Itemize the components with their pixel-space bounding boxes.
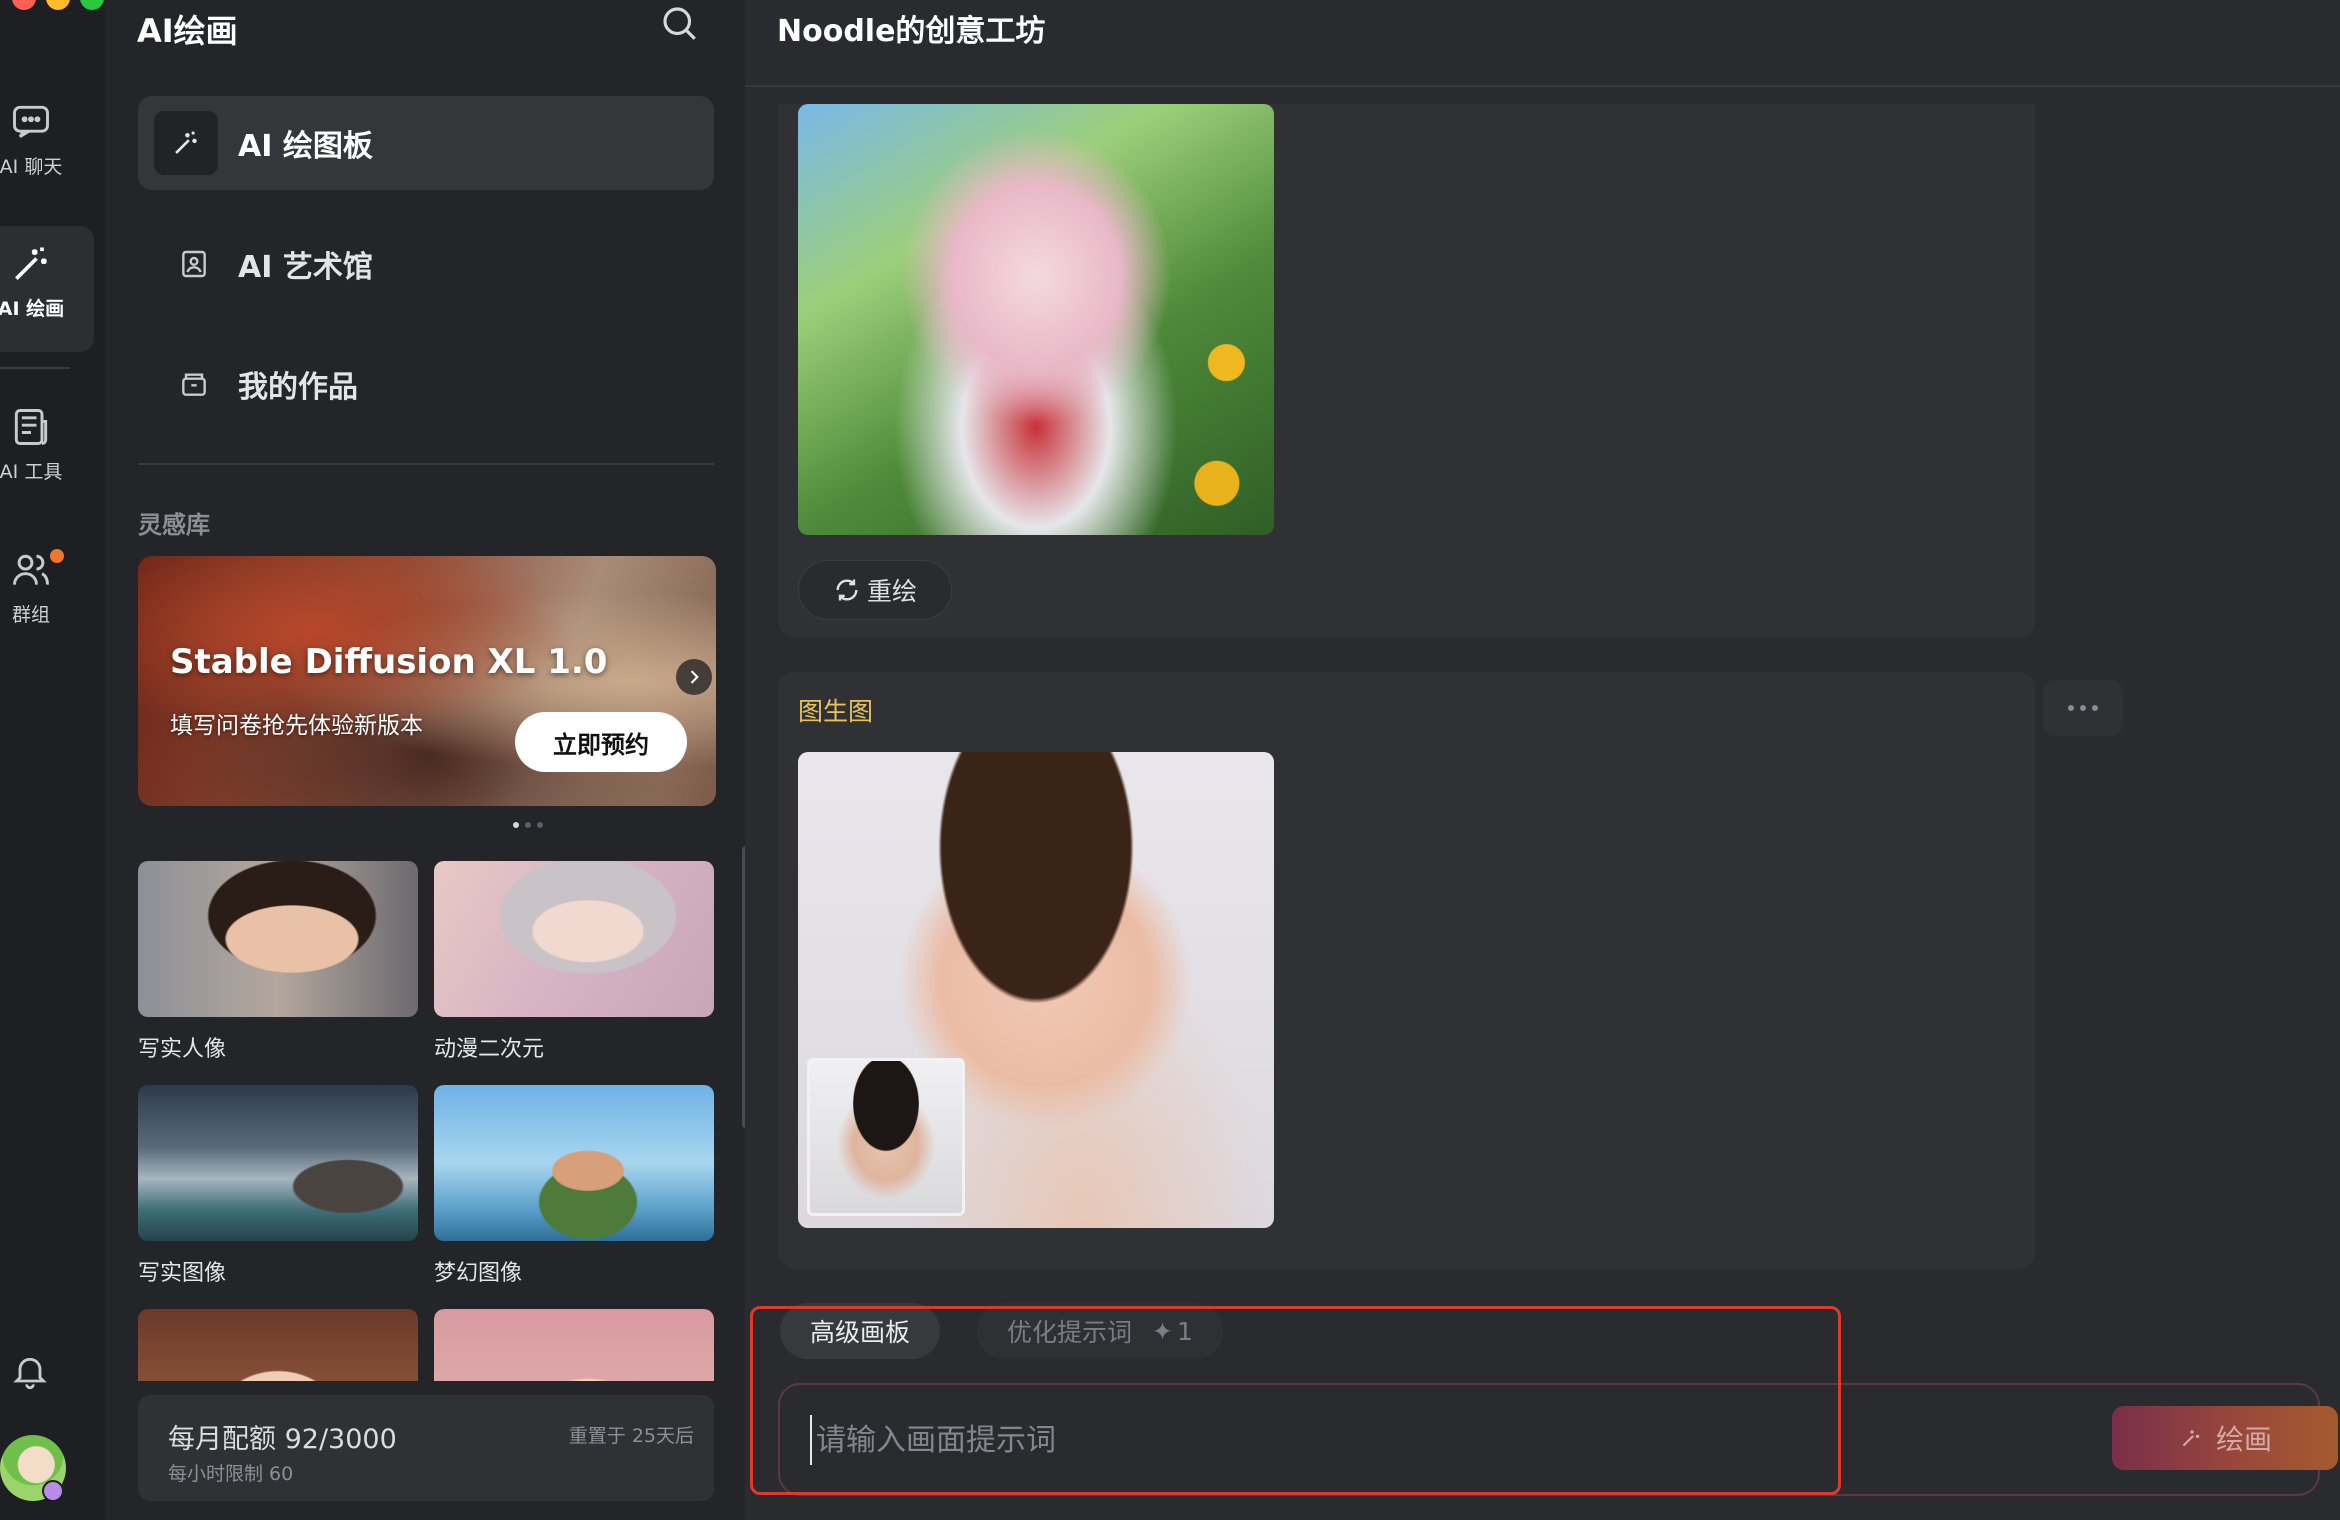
banner-next-button[interactable]	[676, 659, 712, 695]
tile-image	[434, 861, 714, 1017]
inspiration-tile-anime[interactable]: 动漫二次元	[434, 861, 714, 1063]
banner-title: Stable Diffusion XL 1.0	[170, 642, 608, 682]
rail-divider	[0, 367, 70, 369]
quota-monthly: 每月配额 92/3000	[168, 1424, 397, 1455]
drawing-sidebar: AI绘画 AI 绘图板 AI 艺术馆 我的作品 灵感库 Stable Diffu…	[105, 0, 749, 1520]
prompt-input[interactable]	[810, 1415, 2030, 1465]
chat-bubble-icon	[13, 105, 49, 138]
tile-caption: 写实图像	[138, 1261, 227, 1286]
tab-label: 高级画板	[810, 1318, 911, 1347]
pager-dot[interactable]	[513, 822, 519, 828]
chevron-right-icon	[690, 670, 699, 684]
magic-wand-icon	[154, 111, 218, 175]
more-options-button[interactable]	[2043, 680, 2123, 736]
tab-optimize-prompt[interactable]: 优化提示词 ✦ 1	[977, 1303, 1223, 1359]
redraw-button[interactable]: 重绘	[798, 560, 952, 620]
more-dot	[2092, 705, 2098, 711]
tile-image	[138, 1085, 418, 1241]
archive-box-icon	[170, 360, 218, 408]
refresh-icon	[836, 579, 858, 601]
more-dot	[2068, 705, 2074, 711]
bell-icon[interactable]	[10, 1349, 50, 1393]
vip-badge-icon	[42, 1480, 64, 1502]
nav-item-label: AI 艺术馆	[238, 250, 373, 285]
rail-item-ai-tools[interactable]: AI 工具	[0, 405, 94, 495]
window-close-button[interactable]	[12, 0, 36, 10]
inspiration-tile-fantasy[interactable]: 梦幻图像	[434, 1085, 714, 1287]
main-header: Noodle的创意工坊	[745, 0, 2340, 87]
tile-image	[434, 1085, 714, 1241]
notification-badge	[50, 549, 64, 563]
tile-caption: 梦幻图像	[434, 1261, 523, 1286]
pager-dot[interactable]	[537, 822, 543, 828]
draw-button[interactable]: 绘画	[2112, 1406, 2338, 1470]
tab-advanced-board[interactable]: 高级画板	[780, 1303, 941, 1359]
quota-reset: 重置于 25天后	[568, 1425, 694, 1447]
nav-item-drawing-board[interactable]: AI 绘图板	[138, 96, 714, 190]
inspiration-tile[interactable]	[434, 1309, 714, 1381]
tab-count: 1	[1176, 1316, 1193, 1346]
sidebar-title: AI绘画	[137, 12, 238, 50]
redraw-label: 重绘	[866, 577, 917, 606]
inspiration-tile-realistic-portrait[interactable]: 写实人像	[138, 861, 418, 1063]
window-minimize-button[interactable]	[46, 0, 70, 10]
creative-workshop: Noodle的创意工坊 重绘 图生图 高级画板 优化提示词 ✦ 1 绘画	[745, 0, 2340, 1520]
image-icon	[170, 240, 218, 288]
document-icon	[14, 409, 48, 445]
page-title: Noodle的创意工坊	[777, 14, 1046, 49]
inspiration-tile-realistic-scene[interactable]: 写实图像	[138, 1085, 418, 1287]
source-image-thumbnail[interactable]	[807, 1058, 965, 1216]
users-icon	[13, 554, 49, 585]
nav-item-art-gallery[interactable]: AI 艺术馆	[138, 217, 714, 311]
magic-wand-icon	[15, 247, 47, 280]
draw-label: 绘画	[2215, 1423, 2272, 1456]
more-dot	[2080, 705, 2086, 711]
tab-label: 优化提示词	[1007, 1318, 1133, 1347]
rail-item-label: AI 工具	[0, 461, 63, 483]
tile-image	[138, 861, 418, 1017]
rail-item-ai-drawing[interactable]: AI 绘画	[0, 226, 94, 352]
tile-caption: 动漫二次元	[434, 1037, 545, 1062]
banner-subtitle: 填写问卷抢先体验新版本	[170, 713, 423, 739]
banner-pager[interactable]	[513, 822, 543, 828]
image-to-image-tag: 图生图	[798, 697, 874, 726]
quota-hourly: 每小时限制 60	[168, 1463, 294, 1485]
app-rail: AI 聊天 AI 绘画 AI 工具 群组	[0, 0, 105, 1520]
prompt-composer: 绘画	[778, 1383, 2338, 1496]
nav-item-label: 我的作品	[238, 370, 358, 405]
rail-item-groups[interactable]: 群组	[0, 548, 94, 638]
nav-item-my-works[interactable]: 我的作品	[138, 337, 714, 431]
sparkle-icon: ✦	[1152, 1316, 1173, 1346]
rail-item-ai-chat[interactable]: AI 聊天	[0, 100, 94, 190]
promo-banner[interactable]: Stable Diffusion XL 1.0 填写问卷抢先体验新版本 立即预约	[138, 556, 716, 806]
rail-item-label: AI 聊天	[0, 156, 63, 178]
nav-item-label: AI 绘图板	[238, 129, 373, 164]
generated-image-anime[interactable]	[798, 104, 1274, 535]
tile-image	[434, 1309, 714, 1381]
tile-image	[138, 1309, 418, 1381]
search-icon[interactable]	[658, 2, 700, 44]
pager-dot[interactable]	[525, 822, 531, 828]
rail-item-label: AI 绘画	[0, 298, 65, 320]
inspiration-tile[interactable]	[138, 1309, 418, 1381]
inspiration-section-label: 灵感库	[138, 511, 210, 539]
reserve-now-button[interactable]: 立即预约	[515, 712, 687, 772]
rail-item-label: 群组	[11, 604, 50, 626]
monthly-quota-panel: 每月配额 92/3000 重置于 25天后 每小时限制 60	[138, 1395, 714, 1501]
sidebar-divider	[138, 463, 714, 465]
magic-wand-icon	[2182, 1430, 2200, 1447]
tile-caption: 写实人像	[138, 1037, 227, 1062]
window-zoom-button[interactable]	[80, 0, 104, 10]
